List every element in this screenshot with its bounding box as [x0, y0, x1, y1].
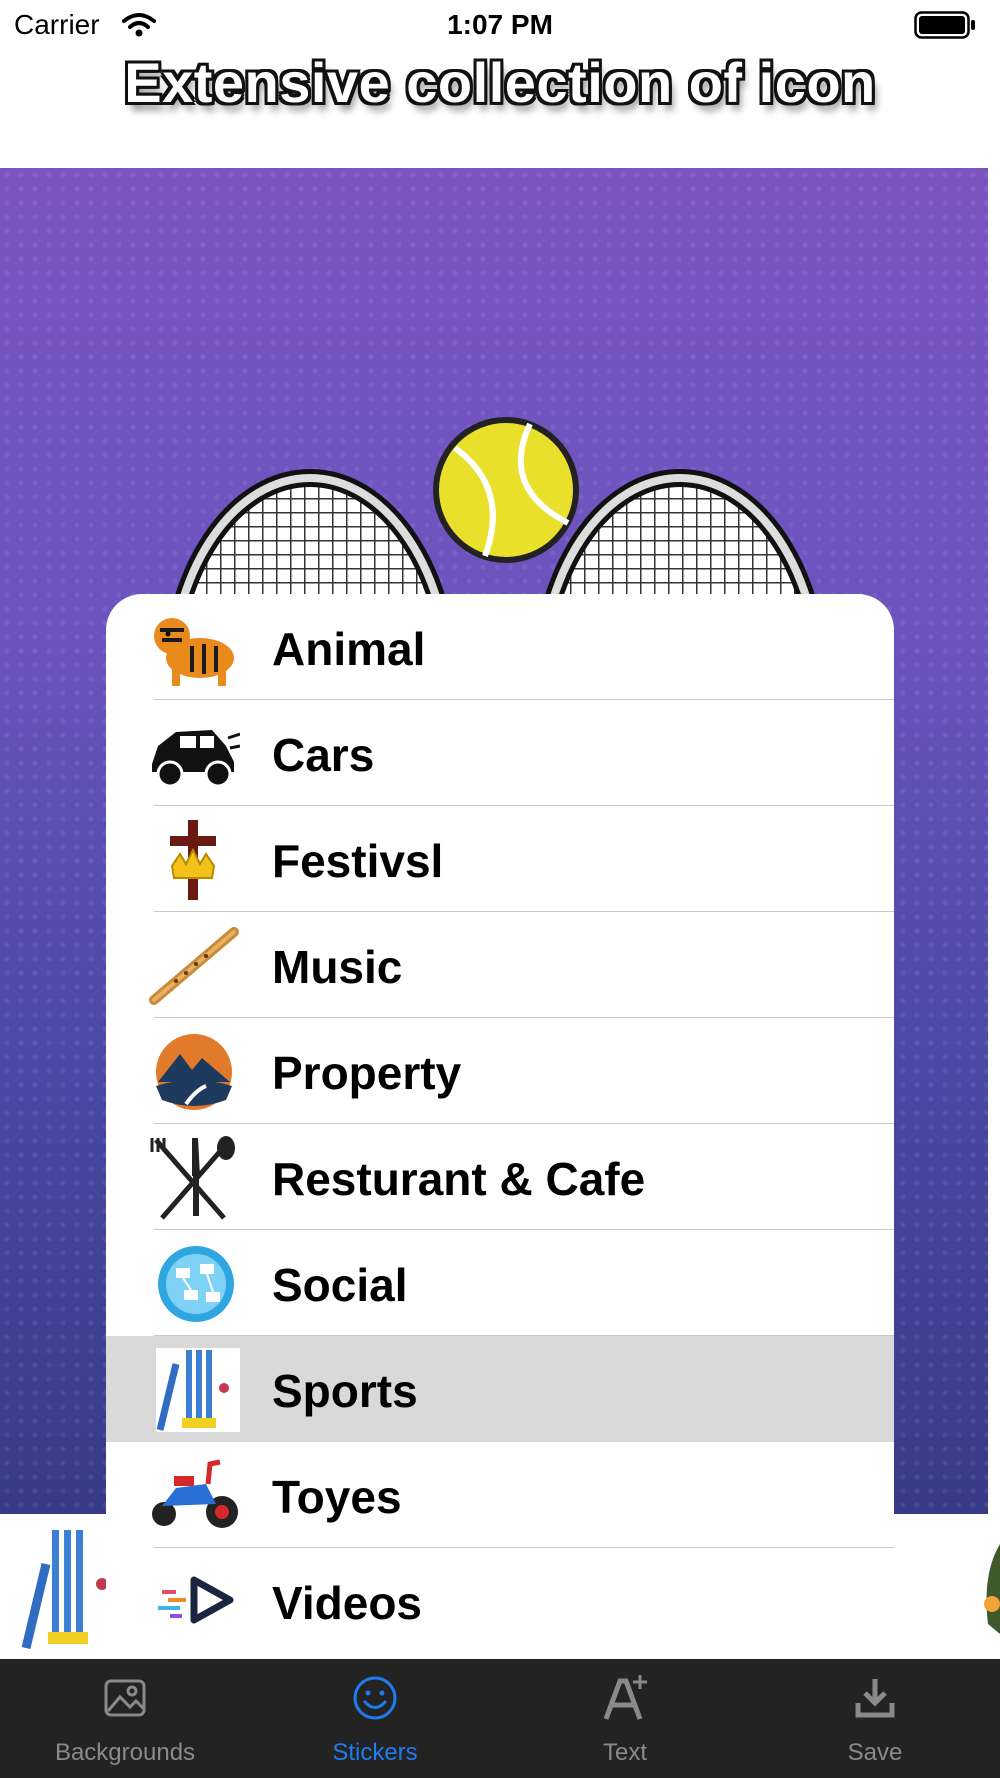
text-add-icon [603, 1675, 647, 1720]
canvas-edge [988, 168, 1000, 1514]
smiley-icon [353, 1676, 397, 1720]
tab-bar: Backgrounds Stickers Text Save [0, 1659, 1000, 1778]
status-bar: Carrier 1:07 PM [0, 0, 1000, 50]
tab-backgrounds[interactable]: Backgrounds [0, 1659, 250, 1778]
menu-item-music[interactable]: Music [106, 912, 894, 1018]
menu-item-cars[interactable]: Cars [106, 700, 894, 806]
menu-item-label: Cars [272, 729, 375, 781]
menu-item-animal[interactable]: Animal [106, 594, 894, 700]
menu-item-property[interactable]: Property [106, 1018, 894, 1124]
flute-icon [149, 927, 239, 1005]
menu-item-label: Animal [272, 623, 426, 675]
menu-item-label: Toyes [272, 1471, 402, 1523]
menu-item-restaurant[interactable]: Resturant & Cafe [106, 1124, 894, 1230]
partial-sticker-icon[interactable] [978, 1534, 1000, 1644]
cricket-sticker-icon[interactable] [12, 1524, 112, 1652]
cross-crown-icon [170, 820, 216, 900]
battery-icon [914, 11, 975, 39]
cricket-icon [156, 1348, 240, 1432]
menu-item-social[interactable]: Social [106, 1230, 894, 1336]
tab-save[interactable]: Save [750, 1659, 1000, 1778]
menu-item-sports[interactable]: Sports [106, 1336, 894, 1442]
tab-label: Text [602, 1739, 647, 1766]
image-icon [104, 1679, 146, 1717]
download-icon [855, 1679, 895, 1718]
promo-headline: Extensive collection of icon [124, 51, 876, 114]
menu-item-label: Videos [272, 1577, 422, 1629]
tab-label: Backgrounds [54, 1739, 196, 1766]
menu-item-label: Social [272, 1259, 408, 1311]
menu-item-label: Sports [272, 1365, 418, 1417]
tab-stickers[interactable]: Stickers [250, 1659, 500, 1778]
tiger-icon [154, 618, 234, 686]
menu-item-toys[interactable]: Toyes [106, 1442, 894, 1548]
mountain-logo-icon [156, 1034, 232, 1110]
tab-text[interactable]: Text [500, 1659, 750, 1778]
menu-item-festival[interactable]: Festivsl [106, 806, 894, 912]
cutlery-icon [150, 1136, 235, 1220]
video-play-icon [158, 1576, 234, 1624]
tab-label: Stickers [332, 1739, 418, 1766]
menu-item-videos[interactable]: Videos [106, 1548, 894, 1654]
menu-item-label: Property [272, 1047, 462, 1099]
status-time: 1:07 PM [447, 9, 553, 40]
tab-label: Save [847, 1739, 903, 1766]
menu-item-label: Festivsl [272, 835, 444, 887]
jeep-icon [152, 730, 240, 788]
menu-item-label: Resturant & Cafe [272, 1153, 646, 1205]
menu-item-label: Music [272, 941, 403, 993]
tricycle-icon [152, 1459, 238, 1528]
globe-network-icon [158, 1246, 234, 1322]
category-menu: Animal Cars Festivsl Music Property Rest… [106, 594, 894, 1654]
